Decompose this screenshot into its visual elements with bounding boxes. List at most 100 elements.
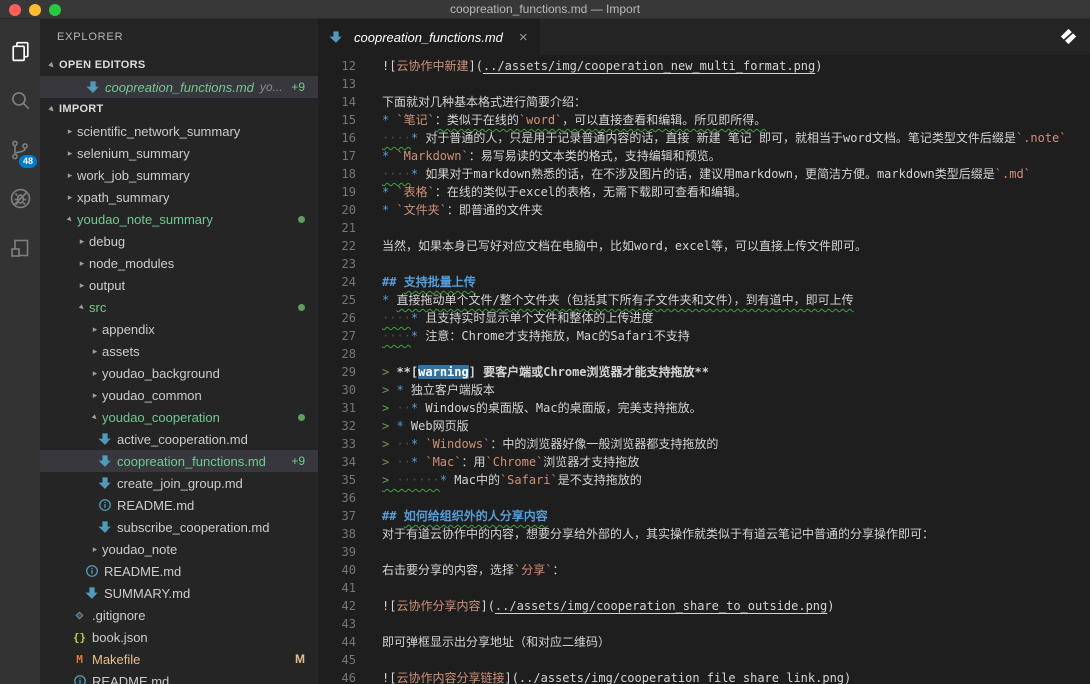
line-number[interactable]: 17 [318,147,356,165]
code-line-31[interactable]: 31 > ··* Windows的桌面版、Mac的桌面版，完美支持拖放。 [318,399,1090,417]
line-number[interactable]: 28 [318,345,356,363]
line-number[interactable]: 44 [318,633,356,651]
line-number[interactable]: 16 [318,129,356,147]
extensions-icon[interactable] [0,223,40,272]
section-folder-import[interactable]: ▸ IMPORT [40,98,318,120]
code-line-44[interactable]: 44 即可弹框显示出分享地址（和对应二维码） [318,633,1090,651]
code-line-28[interactable]: 28 [318,345,1090,363]
tree-item-readme-md[interactable]: README.md [40,670,318,684]
code-line-38[interactable]: 38 对于有道云协作中的内容，想要分享给外部的人，其实操作就类似于有道云笔记中普通… [318,525,1090,543]
tree-item-readme-md[interactable]: README.md [40,560,318,582]
tree-item-youdao-cooperation[interactable]: ▸ youdao_cooperation [40,406,318,428]
line-number[interactable]: 42 [318,597,356,615]
open-editor-item[interactable]: coopreation_functions.md yo... +9 [40,76,318,98]
code-line-16[interactable]: 16 ····* 对于普通的人，只是用于记录普通内容的话，直接 新建 笔记 即可，… [318,129,1090,147]
close-window-button[interactable] [9,4,21,16]
line-number[interactable]: 15 [318,111,356,129]
code-line-34[interactable]: 34 > ··* `Mac`：用`Chrome`浏览器才支持拖放 [318,453,1090,471]
code-line-29[interactable]: 29 > **[warning] 要客户端或Chrome浏览器才能支持拖放** [318,363,1090,381]
tree-item-youdao-common[interactable]: ▸ youdao_common [40,384,318,406]
code-line-46[interactable]: 46 ![云协作内容分享链接](../assets/img/cooperation… [318,669,1090,684]
code-line-18[interactable]: 18 ····* 如果对于markdown熟悉的话，在不涉及图片的话，建议用mar… [318,165,1090,183]
code-line-33[interactable]: 33 > ··* `Windows`：中的浏览器好像一般浏览器都支持拖放的 [318,435,1090,453]
tree-item-youdao-note-summary[interactable]: ▸ youdao_note_summary [40,208,318,230]
code-line-32[interactable]: 32 > * Web网页版 [318,417,1090,435]
tree-item-work-job-summary[interactable]: ▸ work_job_summary [40,164,318,186]
tree-item-active-cooperation-md[interactable]: active_cooperation.md [40,428,318,450]
tree-item-xpath-summary[interactable]: ▸ xpath_summary [40,186,318,208]
line-number[interactable]: 45 [318,651,356,669]
tree-item-youdao-background[interactable]: ▸ youdao_background [40,362,318,384]
tree-item-node-modules[interactable]: ▸ node_modules [40,252,318,274]
code-line-17[interactable]: 17 * `Markdown`：易写易读的文本类的格式，支持编辑和预览。 [318,147,1090,165]
line-number[interactable]: 33 [318,435,356,453]
close-tab-icon[interactable]: × [519,30,528,45]
tab-coopreation-functions[interactable]: coopreation_functions.md × [318,19,540,55]
line-number[interactable]: 22 [318,237,356,255]
line-number[interactable]: 18 [318,165,356,183]
code-line-35[interactable]: 35 > ······* Mac中的`Safari`是不支持拖放的 [318,471,1090,489]
explorer-icon[interactable] [0,27,40,76]
code-area[interactable]: 12 ![云协作中新建](../assets/img/cooperation_ne… [318,55,1090,684]
code-line-12[interactable]: 12 ![云协作中新建](../assets/img/cooperation_ne… [318,57,1090,75]
line-number[interactable]: 37 [318,507,356,525]
tree-item-selenium-summary[interactable]: ▸ selenium_summary [40,142,318,164]
code-line-39[interactable]: 39 [318,543,1090,561]
tree-item-subscribe-cooperation-md[interactable]: subscribe_cooperation.md [40,516,318,538]
maximize-window-button[interactable] [49,4,61,16]
tree-item-appendix[interactable]: ▸ appendix [40,318,318,340]
line-number[interactable]: 20 [318,201,356,219]
line-number[interactable]: 36 [318,489,356,507]
line-number[interactable]: 26 [318,309,356,327]
tree-item-makefile[interactable]: M Makefile M [40,648,318,670]
tree-item-book-json[interactable]: {} book.json [40,626,318,648]
tree-item-output[interactable]: ▸ output [40,274,318,296]
line-number[interactable]: 38 [318,525,356,543]
line-number[interactable]: 29 [318,363,356,381]
line-number[interactable]: 41 [318,579,356,597]
code-line-37[interactable]: 37 ## 如何给组织外的人分享内容 [318,507,1090,525]
search-icon[interactable] [0,76,40,125]
code-line-43[interactable]: 43 [318,615,1090,633]
tree-item-create-join-group-md[interactable]: create_join_group.md [40,472,318,494]
code-line-26[interactable]: 26 ····* 且支持实时显示单个文件和整体的上传进度 [318,309,1090,327]
code-line-14[interactable]: 14 下面就对几种基本格式进行简要介绍： [318,93,1090,111]
line-number[interactable]: 35 [318,471,356,489]
line-number[interactable]: 25 [318,291,356,309]
line-number[interactable]: 40 [318,561,356,579]
line-number[interactable]: 12 [318,57,356,75]
code-line-24[interactable]: 24 ## 支持批量上传 [318,273,1090,291]
line-number[interactable]: 34 [318,453,356,471]
line-number[interactable]: 30 [318,381,356,399]
tree-item-debug[interactable]: ▸ debug [40,230,318,252]
section-open-editors[interactable]: ▸ OPEN EDITORS [40,54,318,76]
line-number[interactable]: 23 [318,255,356,273]
line-number[interactable]: 21 [318,219,356,237]
line-number[interactable]: 14 [318,93,356,111]
tree-item-summary-md[interactable]: SUMMARY.md [40,582,318,604]
code-line-40[interactable]: 40 右击要分享的内容，选择`分享`： [318,561,1090,579]
line-number[interactable]: 46 [318,669,356,684]
code-line-41[interactable]: 41 [318,579,1090,597]
code-line-13[interactable]: 13 [318,75,1090,93]
code-line-15[interactable]: 15 * `笔记`：类似于在线的`word`，可以直接查看和编辑。所见即所得。 [318,111,1090,129]
tree-item-youdao-note[interactable]: ▸ youdao_note [40,538,318,560]
tree-item-coopreation-functions-md[interactable]: coopreation_functions.md +9 [40,450,318,472]
code-line-27[interactable]: 27 ····* 注意：Chrome才支持拖放，Mac的Safari不支持 [318,327,1090,345]
tree-item-src[interactable]: ▸ src [40,296,318,318]
tree-item--gitignore[interactable]: .gitignore [40,604,318,626]
code-line-19[interactable]: 19 * `表格`：在线的类似于excel的表格，无需下载即可查看和编辑。 [318,183,1090,201]
tree-item-readme-md[interactable]: README.md [40,494,318,516]
debug-icon[interactable] [0,174,40,223]
line-number[interactable]: 32 [318,417,356,435]
code-line-45[interactable]: 45 [318,651,1090,669]
source-control-icon[interactable]: 48 [0,125,40,174]
code-line-20[interactable]: 20 * `文件夹`：即普通的文件夹 [318,201,1090,219]
open-preview-button[interactable] [1060,28,1077,50]
code-line-21[interactable]: 21 [318,219,1090,237]
line-number[interactable]: 24 [318,273,356,291]
code-line-25[interactable]: 25 * 直接拖动单个文件/整个文件夹（包括其下所有子文件夹和文件），到有道中，即… [318,291,1090,309]
tree-item-scientific-network-summary[interactable]: ▸ scientific_network_summary [40,120,318,142]
tree-item-assets[interactable]: ▸ assets [40,340,318,362]
line-number[interactable]: 27 [318,327,356,345]
